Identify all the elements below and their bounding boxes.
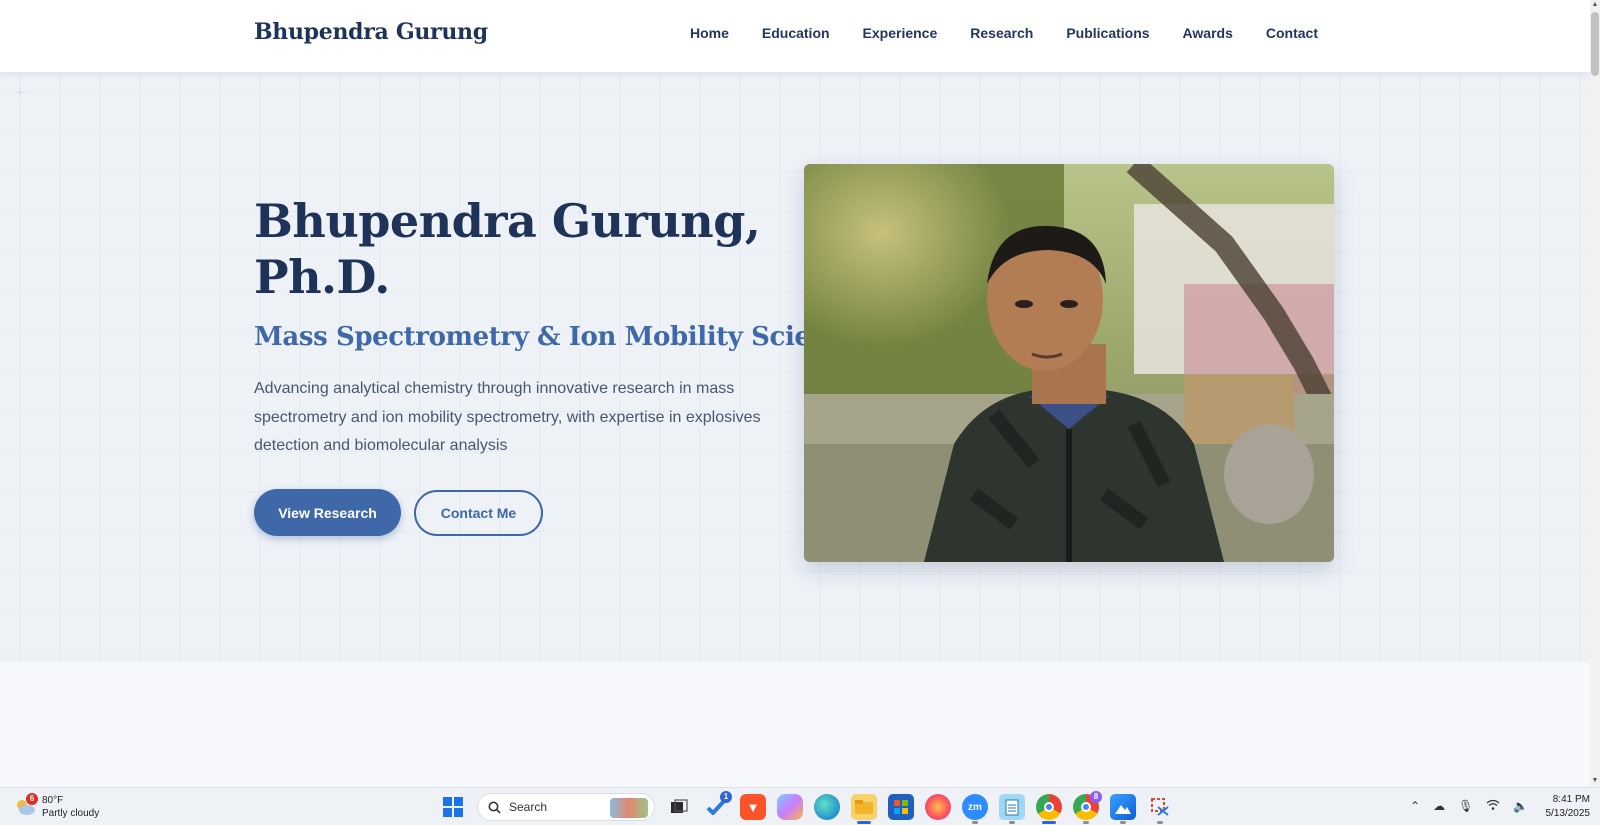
weather-widget[interactable]: 6 80°F Partly cloudy: [14, 793, 100, 820]
photos-app-icon[interactable]: [1110, 794, 1136, 824]
chrome-profile-running-indicator: [1083, 821, 1089, 824]
taskbar-search-label: Search: [509, 800, 548, 814]
weather-alert-badge: 6: [26, 793, 38, 805]
file-explorer-icon[interactable]: [851, 794, 877, 824]
onedrive-icon[interactable]: ☁: [1433, 799, 1445, 813]
file-explorer-active-indicator: [857, 821, 871, 824]
nav-experience[interactable]: Experience: [863, 25, 938, 41]
view-research-button[interactable]: View Research: [254, 489, 401, 536]
search-highlight-icon: [610, 798, 648, 818]
weather-condition: Partly cloudy: [42, 808, 100, 819]
zoom-running-indicator: [972, 821, 978, 824]
portrait-image: [804, 164, 1334, 562]
hero-title-degree: Ph.D.: [254, 250, 390, 304]
main-nav: Home Education Experience Research Publi…: [690, 25, 1318, 41]
todo-app-icon[interactable]: 1: [703, 791, 732, 820]
search-icon: [488, 801, 501, 814]
photos-running-indicator: [1120, 821, 1126, 824]
snipping-tool-running-indicator: [1157, 821, 1163, 824]
windows-taskbar: 6 80°F Partly cloudy Search 1 ▼ zm 8 ⌃ ☁…: [0, 787, 1600, 825]
chrome-active-indicator: [1042, 821, 1056, 824]
chrome-profile-icon[interactable]: 8: [1073, 791, 1102, 824]
volume-icon[interactable]: 🔈: [1513, 799, 1528, 813]
wifi-icon[interactable]: [1486, 799, 1500, 813]
scroll-up-arrow-icon[interactable]: ▲: [1590, 0, 1600, 10]
taskbar-search-box[interactable]: Search: [477, 793, 655, 821]
todo-notification-badge: 1: [720, 791, 732, 803]
site-header: Bhupendra Gurung Home Education Experien…: [0, 0, 1590, 72]
mic-location-icon[interactable]: 🎙: [1458, 799, 1473, 813]
clock-time: 8:41 PM: [1552, 794, 1590, 805]
edge-browser-icon[interactable]: [814, 794, 840, 820]
hero-section: Bhupendra Gurung, Ph.D. Mass Spectrometr…: [0, 72, 1590, 662]
nav-publications[interactable]: Publications: [1066, 25, 1149, 41]
nav-research[interactable]: Research: [970, 25, 1033, 41]
system-clock[interactable]: 8:41 PM 5/13/2025: [1546, 793, 1591, 821]
chrome-profile-badge: 8: [1090, 791, 1102, 803]
zoom-icon[interactable]: zm: [962, 794, 988, 824]
notepad-icon[interactable]: [999, 794, 1025, 824]
taskbar-pinned-apps: Search 1 ▼ zm 8: [440, 791, 1173, 824]
system-tray: ⌃ ☁ 🎙 🔈: [1410, 799, 1528, 813]
site-brand[interactable]: Bhupendra Gurung: [254, 19, 488, 45]
page-scrollbar[interactable]: ▲ ▼: [1590, 0, 1600, 787]
partly-cloudy-icon: 6: [14, 793, 38, 818]
hero-background-pattern: [0, 72, 1590, 662]
nav-home[interactable]: Home: [690, 25, 729, 41]
nav-awards[interactable]: Awards: [1183, 25, 1233, 41]
portrait-photo: [804, 164, 1334, 562]
hero-subtitle: Mass Spectrometry & Ion Mobility Scienti…: [254, 322, 877, 352]
nav-contact[interactable]: Contact: [1266, 25, 1318, 41]
notepad-running-indicator: [1009, 821, 1015, 824]
scroll-down-arrow-icon[interactable]: ▼: [1590, 776, 1600, 786]
copilot-icon[interactable]: [777, 794, 803, 820]
hero-title: Bhupendra Gurung, Ph.D.: [254, 193, 774, 305]
hero-title-name: Bhupendra Gurung,: [254, 194, 761, 248]
nav-education[interactable]: Education: [762, 25, 830, 41]
scroll-thumb[interactable]: [1591, 12, 1599, 76]
contact-me-button[interactable]: Contact Me: [414, 490, 543, 536]
hero-description: Advancing analytical chemistry through i…: [254, 380, 761, 454]
firefox-icon[interactable]: [925, 794, 951, 820]
snipping-tool-icon[interactable]: [1147, 794, 1173, 824]
chrome-browser-icon[interactable]: [1036, 794, 1062, 824]
task-view-icon[interactable]: [666, 794, 692, 820]
weather-temp: 80°F: [42, 795, 64, 806]
clock-date: 5/13/2025: [1545, 808, 1591, 819]
windows-start-icon[interactable]: [440, 794, 466, 820]
chevron-up-icon[interactable]: ⌃: [1410, 799, 1420, 813]
brave-browser-icon[interactable]: ▼: [740, 794, 766, 820]
microsoft-store-icon[interactable]: [888, 794, 914, 820]
